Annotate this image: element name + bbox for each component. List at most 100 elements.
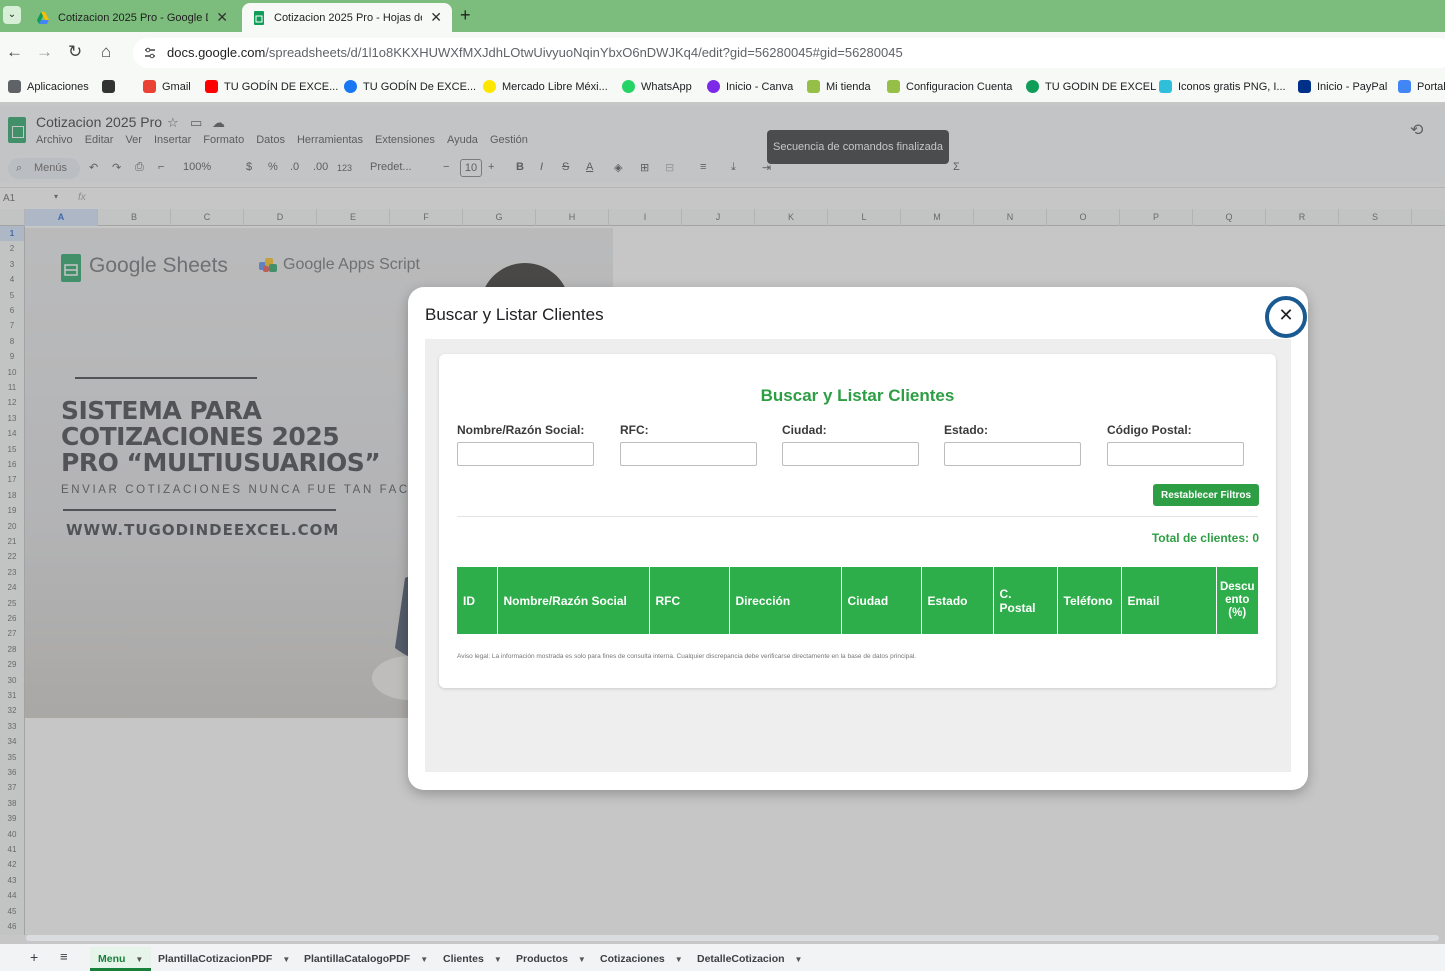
url-input[interactable]: docs.google.com/spreadsheets/d/1l1o8KKXH…: [133, 38, 1445, 68]
close-icon[interactable]: ✕: [1277, 306, 1295, 324]
col-header-direccion: Dirección: [729, 567, 842, 634]
close-tab-icon[interactable]: ✕: [430, 9, 442, 26]
sheet-tab-plantillacatalogopdf[interactable]: PlantillaCatalogoPDF ▼: [296, 947, 436, 971]
bookmark-configuracion[interactable]: Configuracion Cuenta: [887, 80, 1012, 93]
total-clients-count: Total de clientes: 0: [1151, 531, 1259, 545]
reload-icon[interactable]: ↻: [68, 42, 82, 62]
bookmark-grid[interactable]: [102, 80, 121, 93]
all-sheets-menu-icon[interactable]: ≡: [60, 949, 68, 964]
bookmark-gmail[interactable]: Gmail: [143, 80, 191, 93]
canva-icon: [707, 80, 720, 93]
legal-notice: Aviso legal: La información mostrada es …: [457, 653, 917, 660]
caret-down-icon: ▼: [674, 955, 683, 964]
site-icon: [1026, 80, 1039, 93]
google-drive-icon: [37, 11, 49, 24]
bookmark-label: TU GODÍN De EXCE...: [363, 80, 477, 93]
bookmark-label: Aplicaciones: [27, 80, 89, 93]
sheet-tab-label: DetalleCotizacion: [697, 953, 785, 965]
col-header-descuento: Descuento (%): [1216, 567, 1258, 634]
bookmark-paypal[interactable]: Inicio - PayPal: [1298, 80, 1387, 93]
site-settings-icon[interactable]: [143, 46, 157, 60]
whatsapp-icon: [622, 80, 635, 93]
back-arrow-icon[interactable]: ←: [6, 42, 23, 62]
search-card: Buscar y Listar Clientes Nombre/Razón So…: [439, 354, 1276, 688]
close-tab-icon[interactable]: ✕: [216, 9, 228, 26]
col-header-telefono: Teléfono: [1057, 567, 1122, 634]
bookmark-label: Gmail: [162, 80, 191, 93]
bookmark-label: Iconos gratis PNG, I...: [1178, 80, 1286, 93]
bookmark-mi-tienda[interactable]: Mi tienda: [807, 80, 871, 93]
google-sheets-icon: [254, 10, 264, 25]
nombre-razon-social-input[interactable]: [457, 442, 594, 466]
bookmark-canva[interactable]: Inicio - Canva: [707, 80, 793, 93]
estado-input[interactable]: [944, 442, 1081, 466]
filter-codigo-postal: Código Postal:: [1107, 423, 1244, 466]
bookmark-facebook[interactable]: TU GODÍN De EXCE...: [344, 80, 476, 93]
table-header-row: ID Nombre/Razón Social RFC Dirección Ciu…: [457, 567, 1258, 634]
flaticon-icon: [1159, 80, 1172, 93]
home-icon[interactable]: ⌂: [101, 42, 111, 62]
ciudad-input[interactable]: [782, 442, 919, 466]
bookmark-label: Mercado Libre Méxi...: [502, 80, 608, 93]
tab-search-chevron-icon[interactable]: ⌄: [3, 6, 21, 24]
new-tab-plus-icon[interactable]: +: [460, 5, 471, 26]
horizontal-scrollbar[interactable]: [26, 935, 1439, 941]
bookmark-label: TU GODÍN DE EXCE...: [224, 80, 339, 93]
portal-icon: [1398, 80, 1411, 93]
shopify-icon: [887, 80, 900, 93]
sheet-tab-clientes[interactable]: Clientes ▼: [435, 947, 510, 971]
reset-filters-button[interactable]: Restablecer Filtros: [1153, 484, 1259, 506]
forward-arrow-icon[interactable]: →: [36, 42, 53, 62]
bookmark-label: Portal: [1417, 80, 1445, 93]
bookmark-label: Inicio - Canva: [726, 80, 794, 93]
bookmark-mercadolibre[interactable]: Mercado Libre Méxi...: [483, 80, 608, 93]
rfc-input[interactable]: [620, 442, 757, 466]
col-header-rfc: RFC: [649, 567, 730, 634]
bookmark-label: Inicio - PayPal: [1317, 80, 1388, 93]
sheet-tab-label: Clientes: [443, 953, 484, 965]
clients-table: ID Nombre/Razón Social RFC Dirección Ciu…: [457, 567, 1258, 634]
sheet-tab-cotizaciones[interactable]: Cotizaciones ▼: [592, 947, 691, 971]
paypal-icon: [1298, 80, 1311, 93]
bookmark-tu-godin[interactable]: TU GODIN DE EXCEL: [1026, 80, 1156, 93]
bookmark-portal[interactable]: Portal: [1398, 80, 1445, 93]
browser-tab-drive[interactable]: Cotizacion 2025 Pro - Google D ✕: [26, 3, 238, 32]
url-host: docs.google.com: [167, 45, 266, 60]
dialog-title: Buscar y Listar Clientes: [425, 305, 604, 324]
tab-title: Cotizacion 2025 Pro - Google D: [58, 11, 209, 24]
filter-rfc: RFC:: [620, 423, 757, 466]
sheet-tab-productos[interactable]: Productos ▼: [508, 947, 594, 971]
mercadolibre-icon: [483, 80, 496, 93]
shopify-icon: [807, 80, 820, 93]
sheet-tab-label: PlantillaCatalogoPDF: [304, 953, 411, 965]
sheet-tab-plantillacotizacionpdf[interactable]: PlantillaCotizacionPDF ▼: [150, 947, 298, 971]
dialog-body: Buscar y Listar Clientes Nombre/Razón So…: [425, 339, 1291, 772]
facebook-icon: [344, 80, 357, 93]
bookmark-label: Mi tienda: [826, 80, 871, 93]
sheet-tab-menu[interactable]: Menu ▼: [90, 947, 152, 971]
browser-tab-strip: ⌄ Cotizacion 2025 Pro - Google D ✕ Cotiz…: [0, 0, 1445, 32]
bookmark-aplicaciones[interactable]: Aplicaciones: [8, 80, 89, 93]
divider: [457, 516, 1258, 517]
sheet-tabs-bar: + ≡ Menu ▼ PlantillaCotizacionPDF ▼ Planti…: [0, 944, 1445, 971]
add-sheet-icon[interactable]: +: [30, 949, 38, 965]
bookmark-label: TU GODIN DE EXCEL: [1045, 80, 1157, 93]
caret-down-icon: ▼: [794, 955, 803, 964]
col-header-estado: Estado: [921, 567, 994, 634]
bookmark-flaticon[interactable]: Iconos gratis PNG, I...: [1159, 80, 1286, 93]
sheet-tab-detallecotizacion[interactable]: DetalleCotizacion ▼: [689, 947, 810, 971]
sheet-tab-label: PlantillaCotizacionPDF: [158, 953, 273, 965]
filter-label: Ciudad:: [782, 423, 827, 437]
filter-estado: Estado:: [944, 423, 1081, 466]
close-button-highlight[interactable]: ✕: [1265, 296, 1307, 338]
filter-label: RFC:: [620, 423, 649, 437]
tab-title: Cotizacion 2025 Pro - Hojas de: [274, 11, 423, 24]
bookmarks-bar: Aplicaciones Gmail TU GODÍN DE EXCE... T…: [0, 75, 1445, 102]
browser-tab-sheets[interactable]: Cotizacion 2025 Pro - Hojas de ✕: [242, 3, 452, 32]
bookmark-youtube[interactable]: TU GODÍN DE EXCE...: [205, 80, 338, 93]
codigo-postal-input[interactable]: [1107, 442, 1244, 466]
caret-down-icon: ▼: [282, 955, 291, 964]
filter-label: Nombre/Razón Social:: [457, 423, 585, 437]
bookmark-label: WhatsApp: [641, 80, 692, 93]
bookmark-whatsapp[interactable]: WhatsApp: [622, 80, 692, 93]
